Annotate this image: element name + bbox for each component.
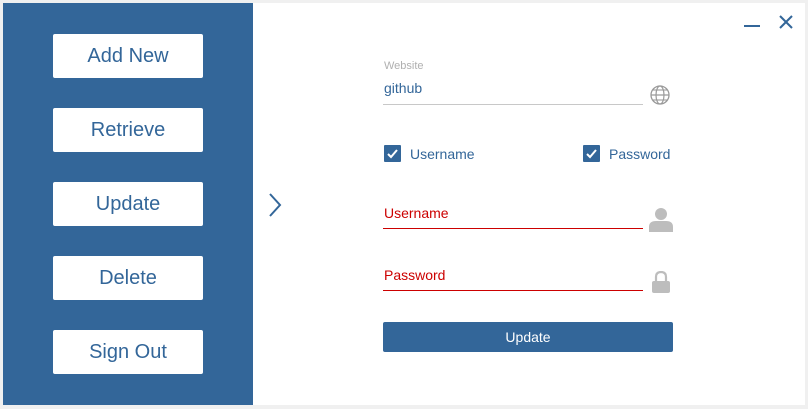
password-checkbox[interactable]: Password	[583, 145, 670, 162]
close-icon[interactable]	[775, 11, 797, 33]
update-submit-button[interactable]: Update	[383, 322, 673, 352]
username-checkbox-label: Username	[410, 145, 475, 162]
user-icon	[649, 208, 673, 232]
username-underline	[383, 228, 643, 229]
sidebar: Add New Retrieve Update Delete Sign Out	[3, 3, 253, 405]
globe-icon	[650, 85, 670, 105]
password-checkbox-label: Password	[609, 145, 671, 162]
lock-icon	[652, 271, 670, 293]
website-input[interactable]: github	[384, 80, 422, 96]
update-nav-button[interactable]: Update	[53, 182, 203, 226]
sign-out-button[interactable]: Sign Out	[53, 330, 203, 374]
add-new-button[interactable]: Add New	[53, 34, 203, 78]
checkbox-checked-icon	[384, 145, 401, 162]
website-label: Website	[384, 60, 424, 72]
delete-button[interactable]: Delete	[53, 256, 203, 300]
website-underline	[383, 104, 643, 105]
minimize-icon[interactable]	[741, 11, 763, 33]
password-underline	[383, 290, 643, 291]
chevron-right-icon[interactable]	[265, 191, 285, 219]
checkbox-checked-icon	[583, 145, 600, 162]
password-input[interactable]: Password	[384, 267, 445, 283]
app-window: Add New Retrieve Update Delete Sign Out …	[3, 3, 805, 405]
username-checkbox[interactable]: Username	[384, 145, 475, 162]
username-input[interactable]: Username	[384, 205, 449, 221]
retrieve-button[interactable]: Retrieve	[53, 108, 203, 152]
